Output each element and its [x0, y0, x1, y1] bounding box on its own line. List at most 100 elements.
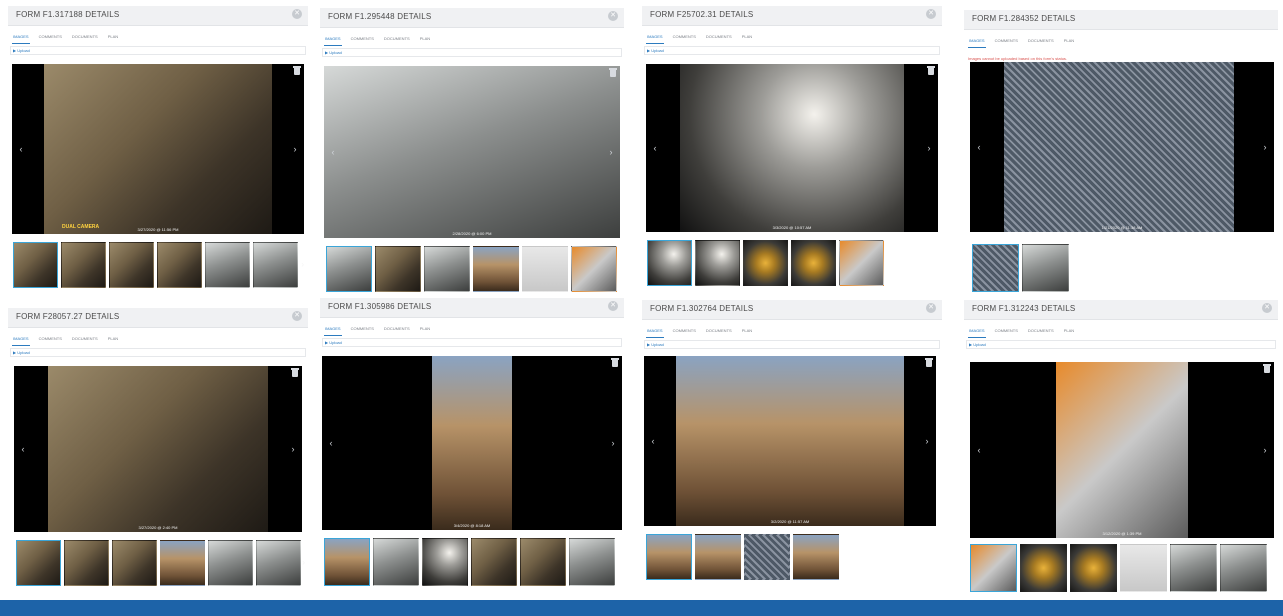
tab-documents[interactable]: DOCUMENTS [705, 326, 733, 338]
chevron-right-icon[interactable]: › [608, 438, 618, 448]
thumbnail[interactable] [1022, 244, 1069, 292]
chevron-right-icon[interactable]: › [290, 144, 300, 154]
thumbnail[interactable] [13, 242, 58, 288]
tab-comments[interactable]: COMMENTS [994, 326, 1019, 338]
thumbnail[interactable] [208, 540, 253, 586]
thumbnail[interactable] [61, 242, 106, 288]
close-icon[interactable]: ✕ [292, 311, 302, 321]
thumbnail[interactable] [422, 538, 468, 586]
thumbnail[interactable] [473, 246, 519, 292]
thumbnail[interactable] [791, 240, 836, 286]
tab-documents[interactable]: DOCUMENTS [383, 34, 411, 46]
thumbnail[interactable] [253, 242, 298, 288]
close-icon[interactable]: ✕ [292, 9, 302, 19]
close-icon[interactable]: ✕ [926, 303, 936, 313]
tab-plan[interactable]: PLAN [1063, 36, 1075, 48]
tab-images[interactable]: IMAGES [324, 34, 342, 46]
tab-documents[interactable]: DOCUMENTS [1027, 326, 1055, 338]
tab-images[interactable]: IMAGES [968, 36, 986, 48]
thumbnail[interactable] [109, 242, 154, 288]
tab-comments[interactable]: COMMENTS [672, 326, 697, 338]
tab-documents[interactable]: DOCUMENTS [705, 32, 733, 44]
tab-plan[interactable]: PLAN [107, 32, 119, 44]
thumbnail[interactable] [1120, 544, 1167, 592]
tab-plan[interactable]: PLAN [741, 326, 753, 338]
upload-button[interactable]: ▶ Upload [325, 49, 342, 57]
thumbnail[interactable] [972, 244, 1019, 292]
tab-images[interactable]: IMAGES [646, 32, 664, 44]
thumbnail[interactable] [160, 540, 205, 586]
tab-plan[interactable]: PLAN [419, 324, 431, 336]
thumbnail[interactable] [256, 540, 301, 586]
chevron-right-icon[interactable]: › [924, 143, 934, 153]
thumbnail[interactable] [1170, 544, 1217, 592]
chevron-right-icon[interactable]: › [922, 436, 932, 446]
tab-images[interactable]: IMAGES [12, 334, 30, 346]
upload-button[interactable]: ▶ Upload [647, 47, 664, 55]
chevron-left-icon[interactable]: ‹ [650, 143, 660, 153]
thumbnail[interactable] [64, 540, 109, 586]
chevron-left-icon[interactable]: ‹ [16, 144, 26, 154]
upload-button[interactable]: ▶ Upload [13, 47, 30, 55]
chevron-right-icon[interactable]: › [1260, 142, 1270, 152]
chevron-left-icon[interactable]: ‹ [326, 438, 336, 448]
chevron-right-icon[interactable]: › [606, 147, 616, 157]
upload-button[interactable]: ▶ Upload [969, 341, 986, 349]
chevron-right-icon[interactable]: › [301, 260, 304, 270]
thumbnail[interactable] [1220, 544, 1267, 592]
chevron-left-icon[interactable]: ‹ [328, 147, 338, 157]
tab-comments[interactable]: COMMENTS [994, 36, 1019, 48]
chevron-right-icon[interactable]: › [1260, 445, 1270, 455]
trash-icon[interactable] [291, 368, 299, 377]
close-icon[interactable]: ✕ [608, 301, 618, 311]
tab-images[interactable]: IMAGES [646, 326, 664, 338]
thumbnail[interactable] [569, 538, 615, 586]
tab-comments[interactable]: COMMENTS [350, 324, 375, 336]
trash-icon[interactable] [609, 68, 617, 77]
thumbnail[interactable] [471, 538, 517, 586]
upload-button[interactable]: ▶ Upload [647, 341, 664, 349]
tab-comments[interactable]: COMMENTS [38, 32, 63, 44]
thumbnail[interactable] [646, 534, 692, 580]
thumbnail[interactable] [695, 240, 740, 286]
close-icon[interactable]: ✕ [608, 11, 618, 21]
trash-icon[interactable] [925, 358, 933, 367]
tab-plan[interactable]: PLAN [419, 34, 431, 46]
thumbnail[interactable] [1020, 544, 1067, 592]
trash-icon[interactable] [611, 358, 619, 367]
chevron-left-icon[interactable]: ‹ [974, 142, 984, 152]
tab-images[interactable]: IMAGES [968, 326, 986, 338]
thumbnail[interactable] [1070, 544, 1117, 592]
chevron-left-icon[interactable]: ‹ [18, 444, 28, 454]
tab-comments[interactable]: COMMENTS [672, 32, 697, 44]
tab-documents[interactable]: DOCUMENTS [71, 32, 99, 44]
tab-plan[interactable]: PLAN [107, 334, 119, 346]
thumbnail[interactable] [970, 544, 1017, 592]
thumbnail[interactable] [743, 240, 788, 286]
thumbnail[interactable] [695, 534, 741, 580]
chevron-left-icon[interactable]: ‹ [648, 436, 658, 446]
tab-documents[interactable]: DOCUMENTS [1027, 36, 1055, 48]
trash-icon[interactable] [1263, 364, 1271, 373]
thumbnail[interactable] [839, 240, 884, 286]
upload-button[interactable]: ▶ Upload [325, 339, 342, 347]
tab-plan[interactable]: PLAN [1063, 326, 1075, 338]
tab-images[interactable]: IMAGES [324, 324, 342, 336]
thumbnail[interactable] [373, 538, 419, 586]
thumbnail[interactable] [16, 540, 61, 586]
close-icon[interactable]: ✕ [1262, 303, 1272, 313]
tab-documents[interactable]: DOCUMENTS [71, 334, 99, 346]
tab-comments[interactable]: COMMENTS [38, 334, 63, 346]
thumbnail[interactable] [205, 242, 250, 288]
tab-comments[interactable]: COMMENTS [350, 34, 375, 46]
thumbnail[interactable] [520, 538, 566, 586]
tab-documents[interactable]: DOCUMENTS [383, 324, 411, 336]
thumbnail[interactable] [793, 534, 839, 580]
thumbnail[interactable] [522, 246, 568, 292]
trash-icon[interactable] [927, 66, 935, 75]
thumbnail[interactable] [157, 242, 202, 288]
thumbnail[interactable] [424, 246, 470, 292]
chevron-right-icon[interactable]: › [288, 444, 298, 454]
chevron-right-icon[interactable]: › [302, 558, 305, 568]
upload-button[interactable]: ▶ Upload [13, 349, 30, 357]
